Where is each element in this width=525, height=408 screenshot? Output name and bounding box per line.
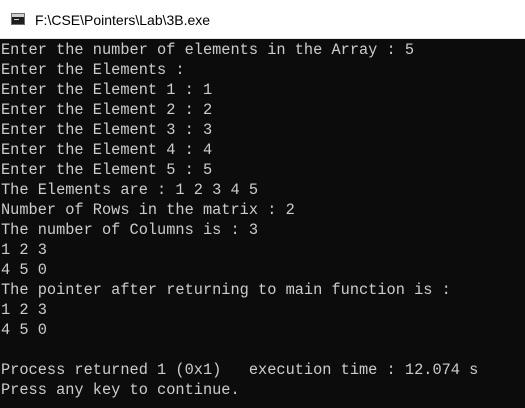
console-line: The pointer after returning to main func… [1,281,451,299]
console-line: The number of Columns is : 3 [1,221,259,239]
console-line: Process returned 1 (0x1) execution time … [1,361,479,379]
console-output[interactable]: Enter the number of elements in the Arra… [0,40,525,408]
console-line: Enter the Element 5 : 5 [1,161,213,179]
console-line: 1 2 3 [1,241,47,259]
console-line: 1 2 3 [1,301,47,319]
window-title: F:\CSE\Pointers\Lab\3B.exe [35,12,211,28]
console-line: Enter the Element 1 : 1 [1,81,213,99]
title-bar[interactable]: F:\CSE\Pointers\Lab\3B.exe [0,0,525,39]
console-line: Enter the Element 3 : 3 [1,121,213,139]
console-line: Enter the number of elements in the Arra… [1,41,415,59]
console-window: F:\CSE\Pointers\Lab\3B.exe Enter the num… [0,0,525,408]
console-line: Enter the Elements : [1,61,185,79]
console-app-icon [11,13,25,25]
console-line: Enter the Element 4 : 4 [1,141,213,159]
console-line: Enter the Element 2 : 2 [1,101,213,119]
console-line: Number of Rows in the matrix : 2 [1,201,295,219]
console-line: 4 5 0 [1,261,47,279]
console-line: Press any key to continue. [1,381,240,399]
console-line: The Elements are : 1 2 3 4 5 [1,181,259,199]
console-line: 4 5 0 [1,321,47,339]
